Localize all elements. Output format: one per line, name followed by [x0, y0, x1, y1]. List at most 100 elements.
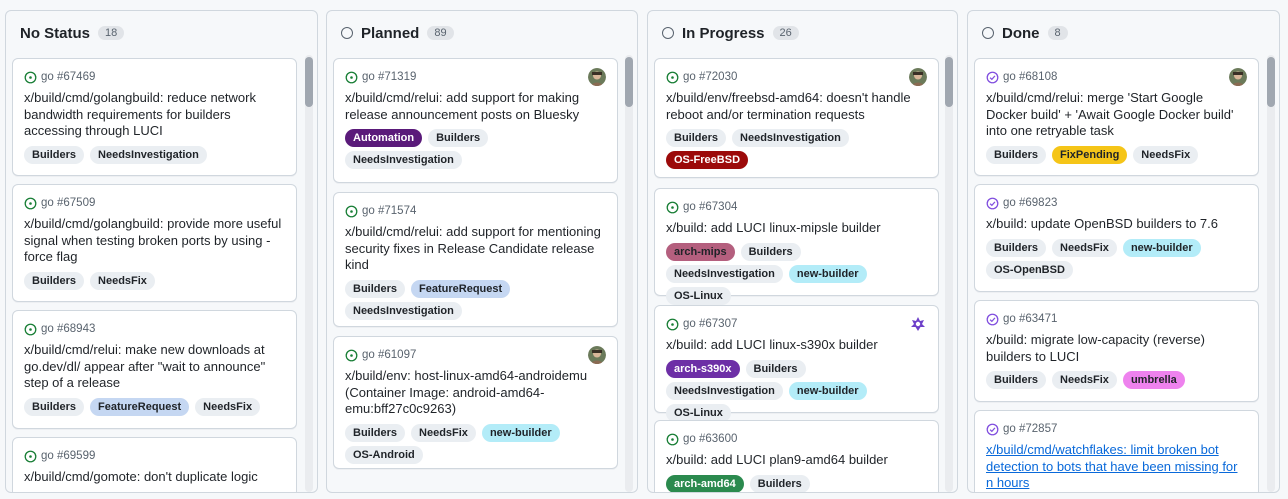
issue-card[interactable]: go #71574 x/build/cmd/relui: add support …	[333, 192, 618, 327]
issue-label[interactable]: OS-FreeBSD	[666, 151, 749, 169]
column-header[interactable]: Planned 89	[327, 11, 637, 55]
issue-label[interactable]: Builders	[986, 371, 1047, 389]
column-scrollbar[interactable]	[625, 55, 633, 492]
issue-title: x/build: add LUCI linux-s390x builder	[666, 337, 878, 352]
issue-label[interactable]: Builders	[24, 397, 85, 416]
issue-card[interactable]: go #67469 x/build/cmd/golangbuild: reduce…	[12, 58, 297, 176]
issue-label[interactable]: new-builder	[481, 423, 560, 442]
issue-card[interactable]: go #67307 x/build: add LUCI linux-s390x b…	[654, 305, 939, 422]
label-list: Builders NeedsInvestigation OS-FreeBSD	[666, 129, 927, 173]
issue-label[interactable]: NeedsFix	[1133, 145, 1199, 164]
issue-label[interactable]: arch-mips	[666, 242, 735, 261]
issue-label[interactable]: Builders	[986, 145, 1047, 164]
issue-label[interactable]: FixPending	[1052, 145, 1128, 164]
label-list: arch-amd64 Builders	[666, 474, 927, 492]
issue-open-icon	[666, 201, 679, 213]
column-scrollbar[interactable]	[305, 55, 313, 492]
issue-label[interactable]: FeatureRequest	[411, 279, 511, 298]
issue-label[interactable]: new-builder	[788, 264, 867, 283]
issue-label[interactable]: Builders	[428, 129, 489, 147]
issue-label[interactable]: OS-Android	[345, 445, 423, 464]
assignee-avatar[interactable]	[588, 346, 606, 364]
issue-title: x/build/cmd/relui: add support for makin…	[345, 90, 580, 122]
scrollbar-thumb[interactable]	[625, 57, 633, 107]
issue-label[interactable]: OS-OpenBSD	[986, 260, 1073, 279]
issue-label[interactable]: new-builder	[1122, 238, 1201, 257]
issue-title[interactable]: x/build/cmd/watchflakes: limit broken bo…	[986, 442, 1247, 492]
column-scrollbar[interactable]	[945, 55, 953, 492]
label-list: Builders NeedsFix new-builder OS-Android	[345, 423, 606, 468]
issue-label[interactable]: NeedsFix	[90, 271, 155, 290]
issue-title: x/build: add LUCI linux-mipsle builder	[666, 220, 881, 235]
column-header[interactable]: In Progress 26	[648, 11, 957, 55]
issue-label[interactable]: Builders	[745, 359, 806, 378]
issue-card[interactable]: go #72857 x/build/cmd/watchflakes: limit …	[974, 410, 1259, 492]
issue-open-icon	[24, 71, 37, 83]
issue-closed-icon	[986, 71, 999, 83]
assignee-avatar[interactable]	[909, 68, 927, 86]
issue-card[interactable]: go #68108 x/build/cmd/relui: merge 'Start…	[974, 58, 1259, 176]
issue-card[interactable]: go #69599 x/build/cmd/gomote: don't dupli…	[12, 437, 297, 492]
issue-label[interactable]: FeatureRequest	[90, 397, 190, 416]
column-title: In Progress	[682, 24, 765, 42]
issue-closed-icon	[986, 197, 999, 209]
scrollbar-thumb[interactable]	[945, 57, 953, 107]
issue-label[interactable]: new-builder	[788, 381, 867, 400]
column-header[interactable]: No Status 18	[6, 11, 317, 55]
card-header: go #67304	[666, 198, 927, 216]
assignee-avatar[interactable]	[1229, 68, 1247, 86]
column-header[interactable]: Done 8	[968, 11, 1279, 55]
issue-label[interactable]: Builders	[24, 271, 85, 290]
issue-label[interactable]: Builders	[666, 129, 727, 147]
issue-label[interactable]: NeedsInvestigation	[666, 381, 783, 400]
issue-card[interactable]: go #72030 x/build/env/freebsd-amd64: does…	[654, 58, 939, 178]
issue-label[interactable]: NeedsFix	[1052, 238, 1117, 257]
issue-card[interactable]: go #63471 x/build: migrate low-capacity (…	[974, 300, 1259, 402]
issue-label[interactable]: OS-Linux	[666, 286, 731, 305]
issue-label[interactable]: umbrella	[1122, 371, 1185, 389]
issue-card[interactable]: go #71319 x/build/cmd/relui: add support …	[333, 58, 618, 183]
assignee-avatar[interactable]	[588, 68, 606, 86]
issue-label[interactable]: Builders	[345, 423, 406, 442]
issue-card[interactable]: go #68943 x/build/cmd/relui: make new dow…	[12, 310, 297, 429]
issue-open-icon	[24, 323, 37, 335]
issue-reference: go #67469	[41, 71, 96, 83]
column-scrollbar[interactable]	[1267, 55, 1275, 492]
issue-label[interactable]: NeedsFix	[411, 423, 476, 442]
issue-label[interactable]: Builders	[749, 474, 810, 492]
issue-title: x/build/cmd/golangbuild: provide more us…	[24, 216, 282, 264]
issue-reference: go #72857	[1003, 423, 1058, 435]
issue-label[interactable]: NeedsInvestigation	[90, 145, 207, 164]
issue-card[interactable]: go #61097 x/build/env: host-linux-amd64-a…	[333, 336, 618, 469]
issue-label[interactable]: arch-s390x	[666, 359, 740, 378]
issue-label[interactable]: Builders	[345, 279, 406, 298]
issue-card[interactable]: go #69823 x/build: update OpenBSD builder…	[974, 184, 1259, 292]
issue-title: x/build/cmd/relui: merge 'Start Google D…	[986, 90, 1234, 138]
issue-open-icon	[666, 318, 679, 330]
issue-label[interactable]: Builders	[986, 238, 1047, 257]
label-list: Builders FeatureRequest NeedsInvestigation	[345, 279, 606, 324]
issue-open-icon	[24, 450, 37, 462]
issue-label[interactable]: NeedsInvestigation	[732, 129, 849, 147]
issue-card[interactable]: go #67304 x/build: add LUCI linux-mipsle …	[654, 188, 939, 305]
issue-card[interactable]: go #63600 x/build: add LUCI plan9-amd64 b…	[654, 420, 939, 492]
issue-label[interactable]: OS-Linux	[666, 403, 731, 422]
issue-label[interactable]: NeedsFix	[195, 397, 261, 416]
issue-label[interactable]: NeedsInvestigation	[345, 151, 462, 169]
label-list: Builders NeedsInvestigation	[24, 145, 285, 168]
scrollbar-thumb[interactable]	[1267, 57, 1275, 107]
scrollbar-thumb[interactable]	[305, 57, 313, 107]
issue-label[interactable]: NeedsInvestigation	[345, 301, 462, 320]
issue-label[interactable]: NeedsFix	[1052, 371, 1117, 389]
issue-label[interactable]: Builders	[740, 242, 801, 261]
issue-label[interactable]: Automation	[345, 129, 423, 147]
assignee-bot-avatar[interactable]	[909, 315, 927, 333]
issue-label[interactable]: Builders	[24, 145, 85, 164]
column-count-badge: 18	[98, 26, 125, 40]
issue-label[interactable]: arch-amd64	[666, 474, 744, 492]
issue-reference: go #61097	[362, 349, 417, 361]
status-circle-icon	[341, 27, 353, 39]
issue-card[interactable]: go #67509 x/build/cmd/golangbuild: provid…	[12, 184, 297, 302]
issue-open-icon	[345, 71, 358, 83]
issue-label[interactable]: NeedsInvestigation	[666, 264, 783, 283]
